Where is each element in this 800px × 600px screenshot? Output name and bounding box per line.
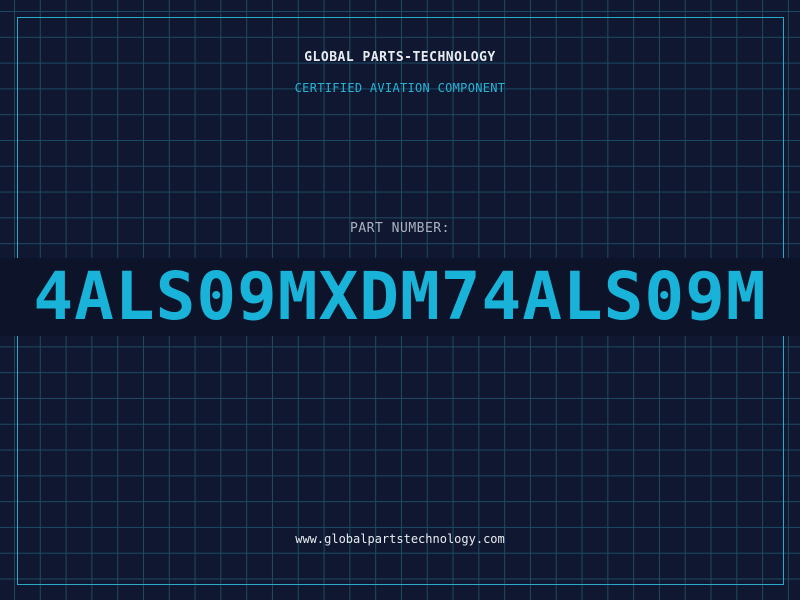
part-number-band: 4ALS09MXDM74ALS09M <box>0 258 800 336</box>
part-number-label: PART NUMBER: <box>350 221 450 236</box>
part-number-value: 4ALS09MXDM74ALS09M <box>33 258 767 335</box>
tagline: CERTIFIED AVIATION COMPONENT <box>294 81 506 95</box>
brand-title: GLOBAL PARTS-TECHNOLOGY <box>304 50 496 65</box>
website-url: www.globalpartstechnology.com <box>295 532 505 546</box>
certificate-canvas: GLOBAL PARTS-TECHNOLOGY CERTIFIED AVIATI… <box>0 0 800 600</box>
